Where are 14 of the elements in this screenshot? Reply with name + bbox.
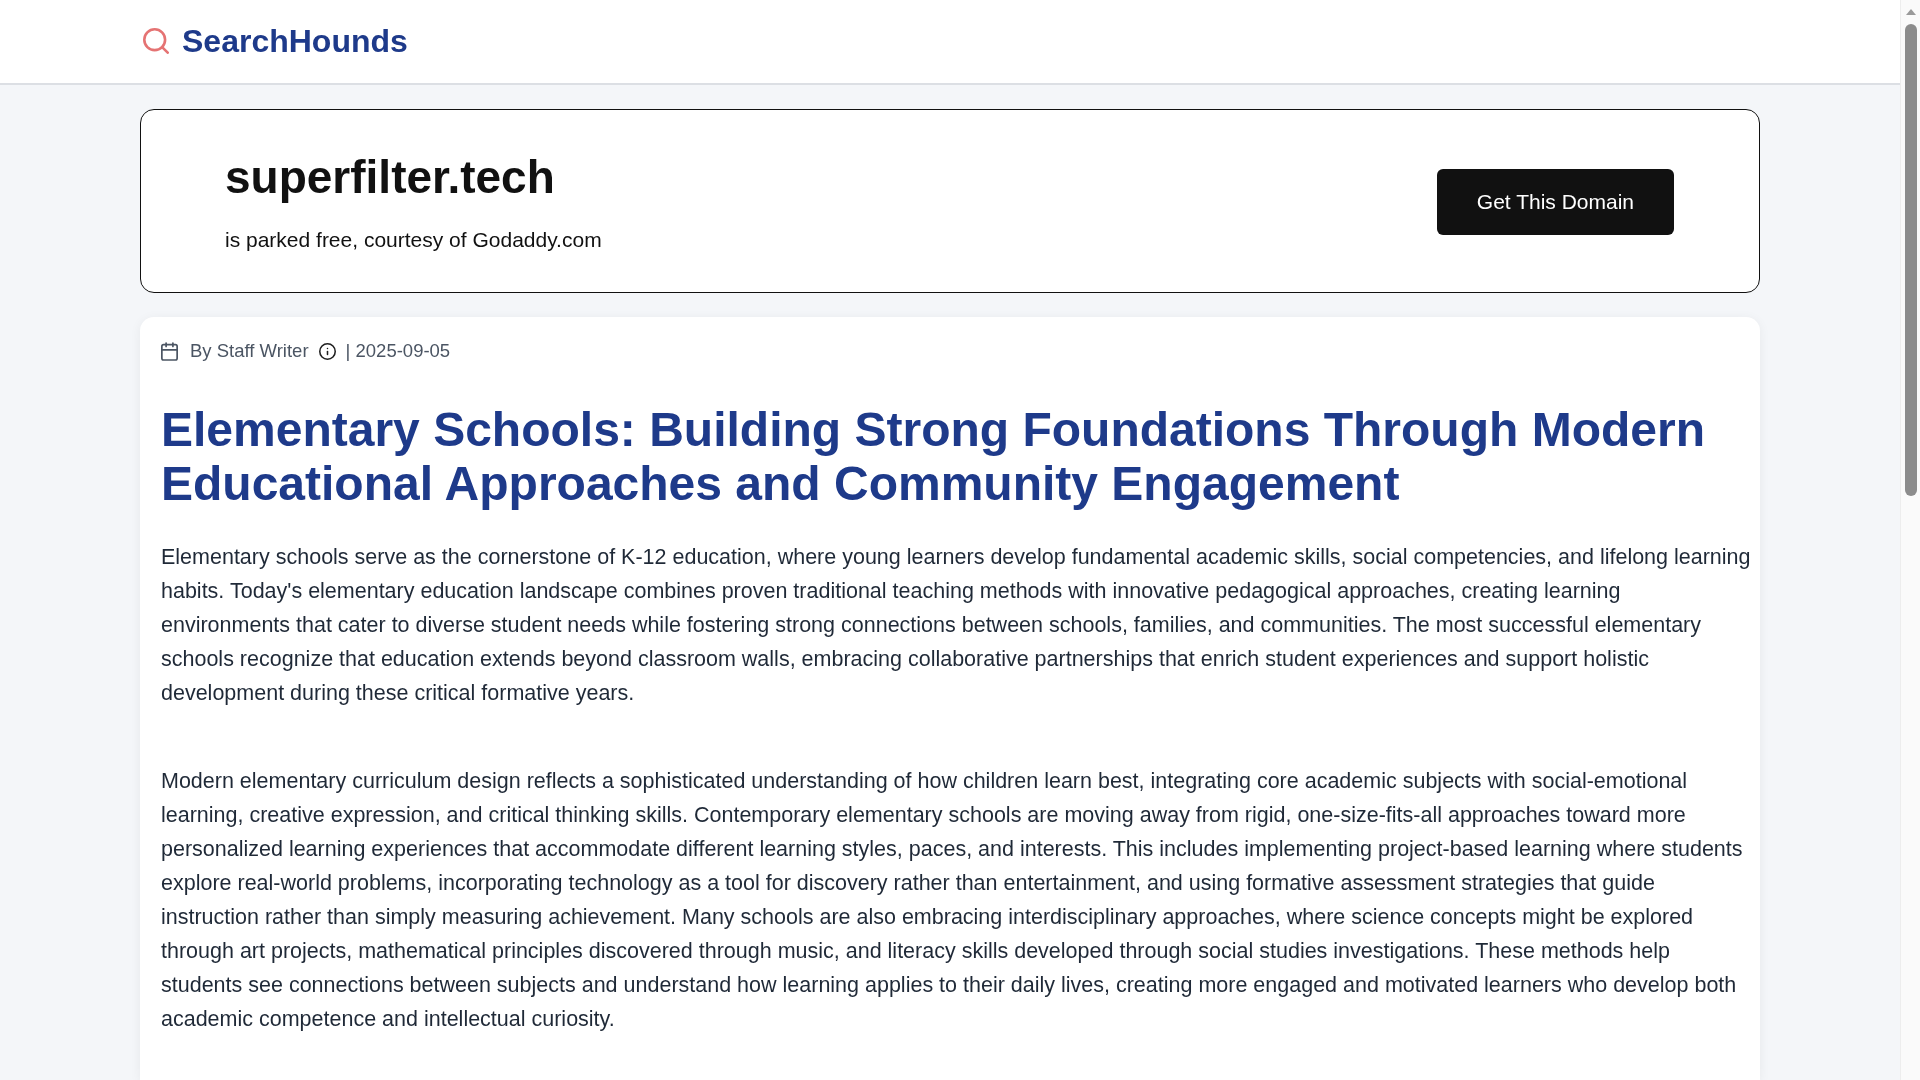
parked-notice: is parked free, courtesy of Godaddy.com bbox=[225, 227, 602, 253]
get-domain-button[interactable]: Get This Domain bbox=[1436, 169, 1674, 235]
logo-link[interactable]: SearchHounds bbox=[143, 22, 408, 60]
calendar-icon bbox=[161, 341, 178, 361]
scroll-up-arrow-icon[interactable] bbox=[1905, 9, 1916, 15]
article-paragraph: Modern elementary curriculum design reflects a sophisticated understanding of how children learn best, integrating core academic subjects with social-emotional learning, creative expression, and critical thinking skills. Contemporary elementary schools are moving away from rigid, one-size-fits-all approaches toward more personalized learning experiences that accommodate different learning styles, paces, and interests. This includes implementing project-based learning where students explore real-world problems, incorporating technology as a tool for discovery rather than entertainment, and using formative assessment strategies that guide instruction rather than simply measuring achievement. Many schools are also embracing interdisciplinary approaches, where science concepts might be explored through art projects, mathematical principles discovered through music, and literacy skills developed through social studies investigations. These methods help students see connections between subjects and understand how learning applies to their daily lives, creating more engaged and motivated learners who develop both academic competence and intellectual curiosity. bbox=[161, 768, 1744, 1033]
scrollbar-thumb[interactable] bbox=[1904, 24, 1917, 496]
info-icon[interactable] bbox=[318, 342, 336, 360]
article-title: Elementary Schools: Building Strong Foundations Through Modern Educational Approaches and Community Engagement bbox=[161, 403, 1706, 511]
search-icon bbox=[143, 28, 169, 54]
author-name: By Staff Writer bbox=[190, 339, 309, 363]
domain-name: superfilter.tech bbox=[225, 150, 556, 205]
publish-date: | 2025-09-05 bbox=[345, 339, 451, 363]
article-paragraph: Elementary schools serve as the cornerstone of K-12 education, where young learners develop fundamental academic skills, social competencies, and lifelong learning habits. Today's elementary education landscape combines proven traditional teaching methods with innovative pedagogical approaches, creating learning environments that cater to diverse student needs while fostering strong connections between schools, families, and communities. The most successful elementary schools recognize that education extends beyond classroom walls, embracing collaborative partnerships that enrich student experiences and support holistic development during these critical formative years. bbox=[161, 544, 1752, 707]
